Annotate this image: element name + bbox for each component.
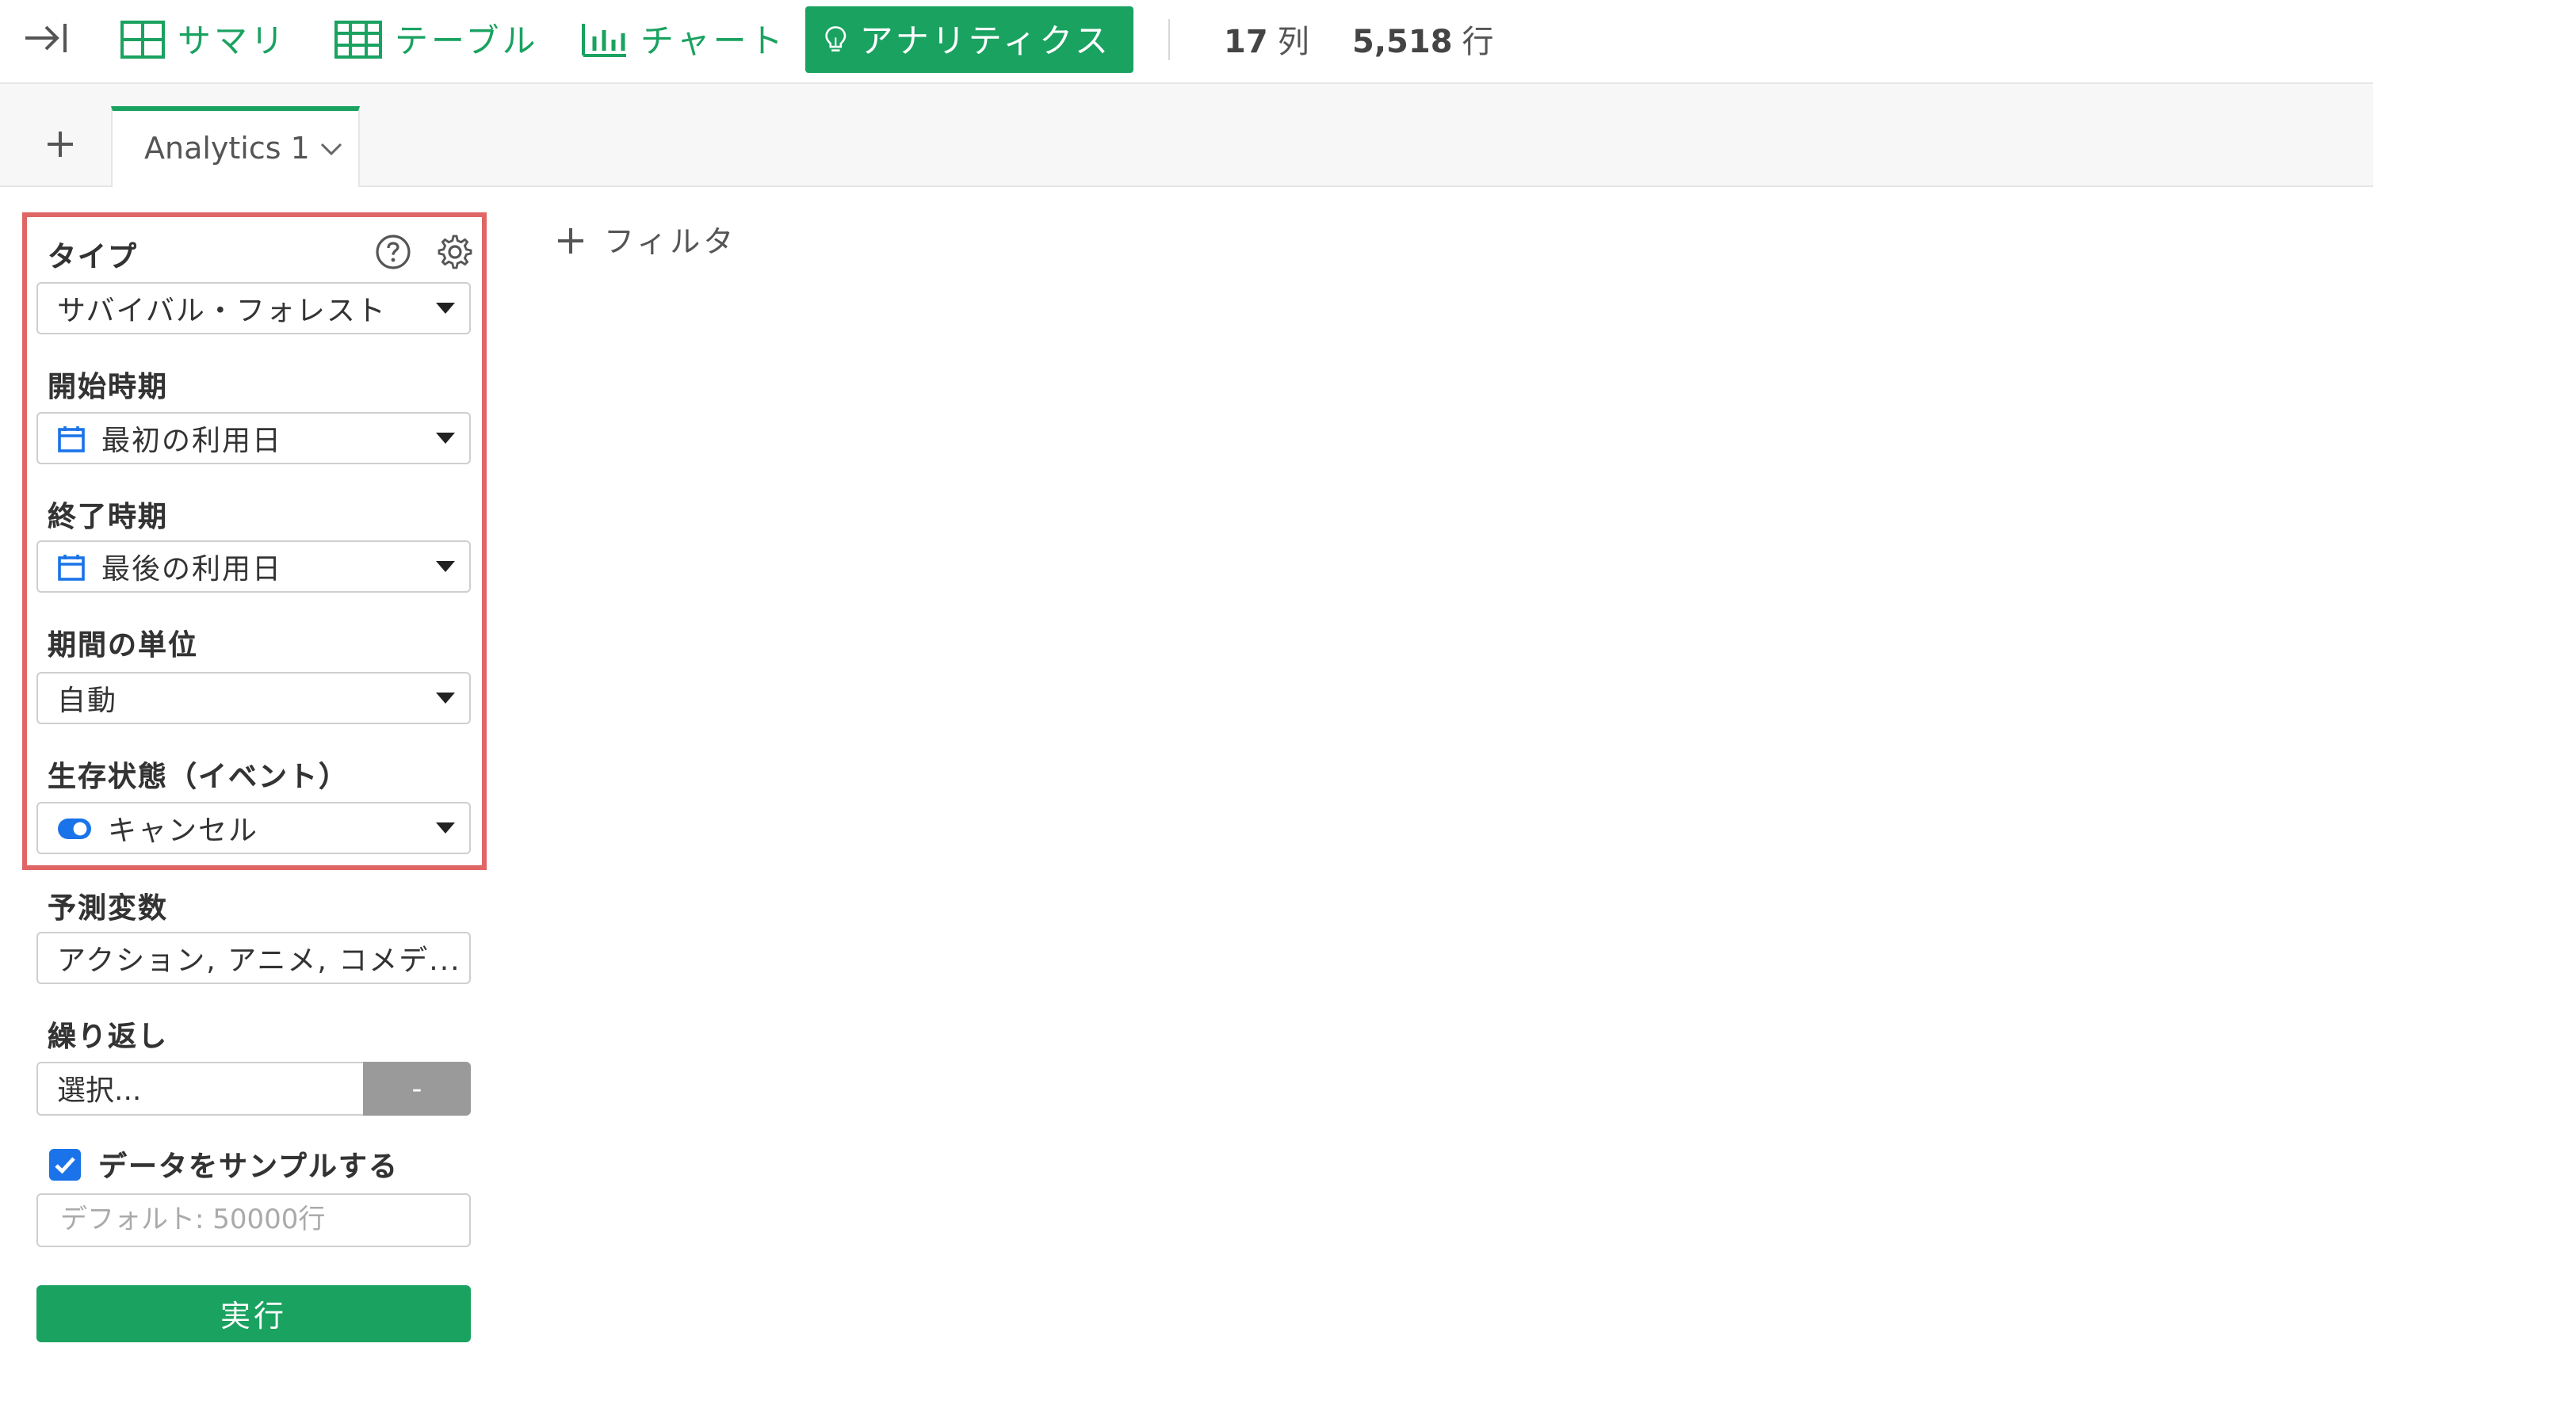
tab-label: Analytics 1 xyxy=(144,132,310,166)
calendar-icon xyxy=(58,554,85,580)
chevron-down-icon xyxy=(321,143,342,156)
type-label: タイプ xyxy=(48,241,138,274)
repeat-label: 繰り返し xyxy=(48,1021,168,1054)
repeat-value: 選択... xyxy=(57,1074,142,1108)
tab-analytics-1[interactable]: Analytics 1 xyxy=(111,106,360,187)
table-icon xyxy=(334,21,382,59)
add-filter-button[interactable]: フィルタ xyxy=(556,219,736,261)
nav-analytics[interactable]: アナリティクス xyxy=(805,6,1133,73)
end-select[interactable]: 最後の利用日 xyxy=(36,540,471,593)
caret-down-icon xyxy=(436,433,455,444)
column-count-value: 17 xyxy=(1224,22,1268,60)
help-icon[interactable] xyxy=(374,233,412,271)
row-count: 5,518 行 xyxy=(1352,16,1494,62)
status-label: 生存状態（イベント） xyxy=(48,761,349,794)
run-label: 実行 xyxy=(220,1299,287,1334)
repeat-button-label: - xyxy=(411,1072,422,1105)
repeat-select[interactable]: 選択... xyxy=(36,1062,363,1116)
unit-select[interactable]: 自動 xyxy=(36,672,471,724)
calendar-icon xyxy=(58,426,85,452)
start-select[interactable]: 最初の利用日 xyxy=(36,412,471,464)
plus-icon xyxy=(48,132,73,157)
plus-icon xyxy=(558,227,583,253)
nav-chart-label: チャート xyxy=(640,22,786,60)
caret-down-icon xyxy=(436,561,455,572)
toolbar-divider xyxy=(1168,19,1170,60)
run-button[interactable]: 実行 xyxy=(36,1285,471,1342)
type-value: サバイバル・フォレスト xyxy=(57,294,387,327)
start-label: 開始時期 xyxy=(48,371,168,404)
lightbulb-icon xyxy=(825,26,847,52)
predictors-select[interactable]: アクション, アニメ, コメデ... xyxy=(36,932,471,984)
toolbar: サマリ テーブル チャート アナリティクス 17 列 5,518 行 xyxy=(0,0,2373,84)
toggle-icon xyxy=(58,818,91,838)
sample-size-input[interactable] xyxy=(36,1193,471,1247)
sample-label: データをサンプルする xyxy=(98,1151,399,1184)
caret-down-icon xyxy=(436,693,455,704)
collapse-sidebar-button[interactable] xyxy=(19,16,73,60)
unit-label: 期間の単位 xyxy=(48,629,198,662)
nav-table[interactable]: テーブル xyxy=(334,6,539,73)
tab-strip: Analytics 1 xyxy=(0,84,2373,187)
status-value: キャンセル xyxy=(108,814,258,847)
caret-down-icon xyxy=(436,303,455,314)
predictors-label: 予測変数 xyxy=(48,892,168,925)
sample-checkbox[interactable] xyxy=(49,1149,81,1181)
collapse-right-icon xyxy=(25,24,67,52)
column-count: 17 列 xyxy=(1224,16,1309,62)
add-filter-label: フィルタ xyxy=(604,225,737,260)
nav-table-label: テーブル xyxy=(395,22,539,60)
end-value: 最後の利用日 xyxy=(101,552,282,586)
nav-analytics-label: アナリティクス xyxy=(859,22,1111,60)
type-select[interactable]: サバイバル・フォレスト xyxy=(36,282,471,334)
nav-chart[interactable]: チャート xyxy=(580,6,786,73)
nav-summary[interactable]: サマリ xyxy=(120,6,287,73)
end-label: 終了時期 xyxy=(48,501,168,534)
bar-chart-icon xyxy=(582,24,626,57)
start-value: 最初の利用日 xyxy=(101,424,282,457)
row-count-value: 5,518 xyxy=(1352,22,1453,60)
predictors-value: アクション, アニメ, コメデ... xyxy=(57,944,461,977)
status-select[interactable]: キャンセル xyxy=(36,802,471,854)
column-count-unit: 列 xyxy=(1277,22,1309,60)
nav-summary-label: サマリ xyxy=(178,22,287,60)
caret-down-icon xyxy=(436,822,455,834)
checkmark-icon xyxy=(55,1157,75,1174)
row-count-unit: 行 xyxy=(1462,22,1494,60)
unit-value: 自動 xyxy=(57,684,117,717)
summary-grid-icon xyxy=(120,21,165,59)
repeat-clear-button[interactable]: - xyxy=(363,1062,471,1116)
add-tab-button[interactable] xyxy=(35,119,86,170)
gear-icon[interactable] xyxy=(436,233,474,271)
